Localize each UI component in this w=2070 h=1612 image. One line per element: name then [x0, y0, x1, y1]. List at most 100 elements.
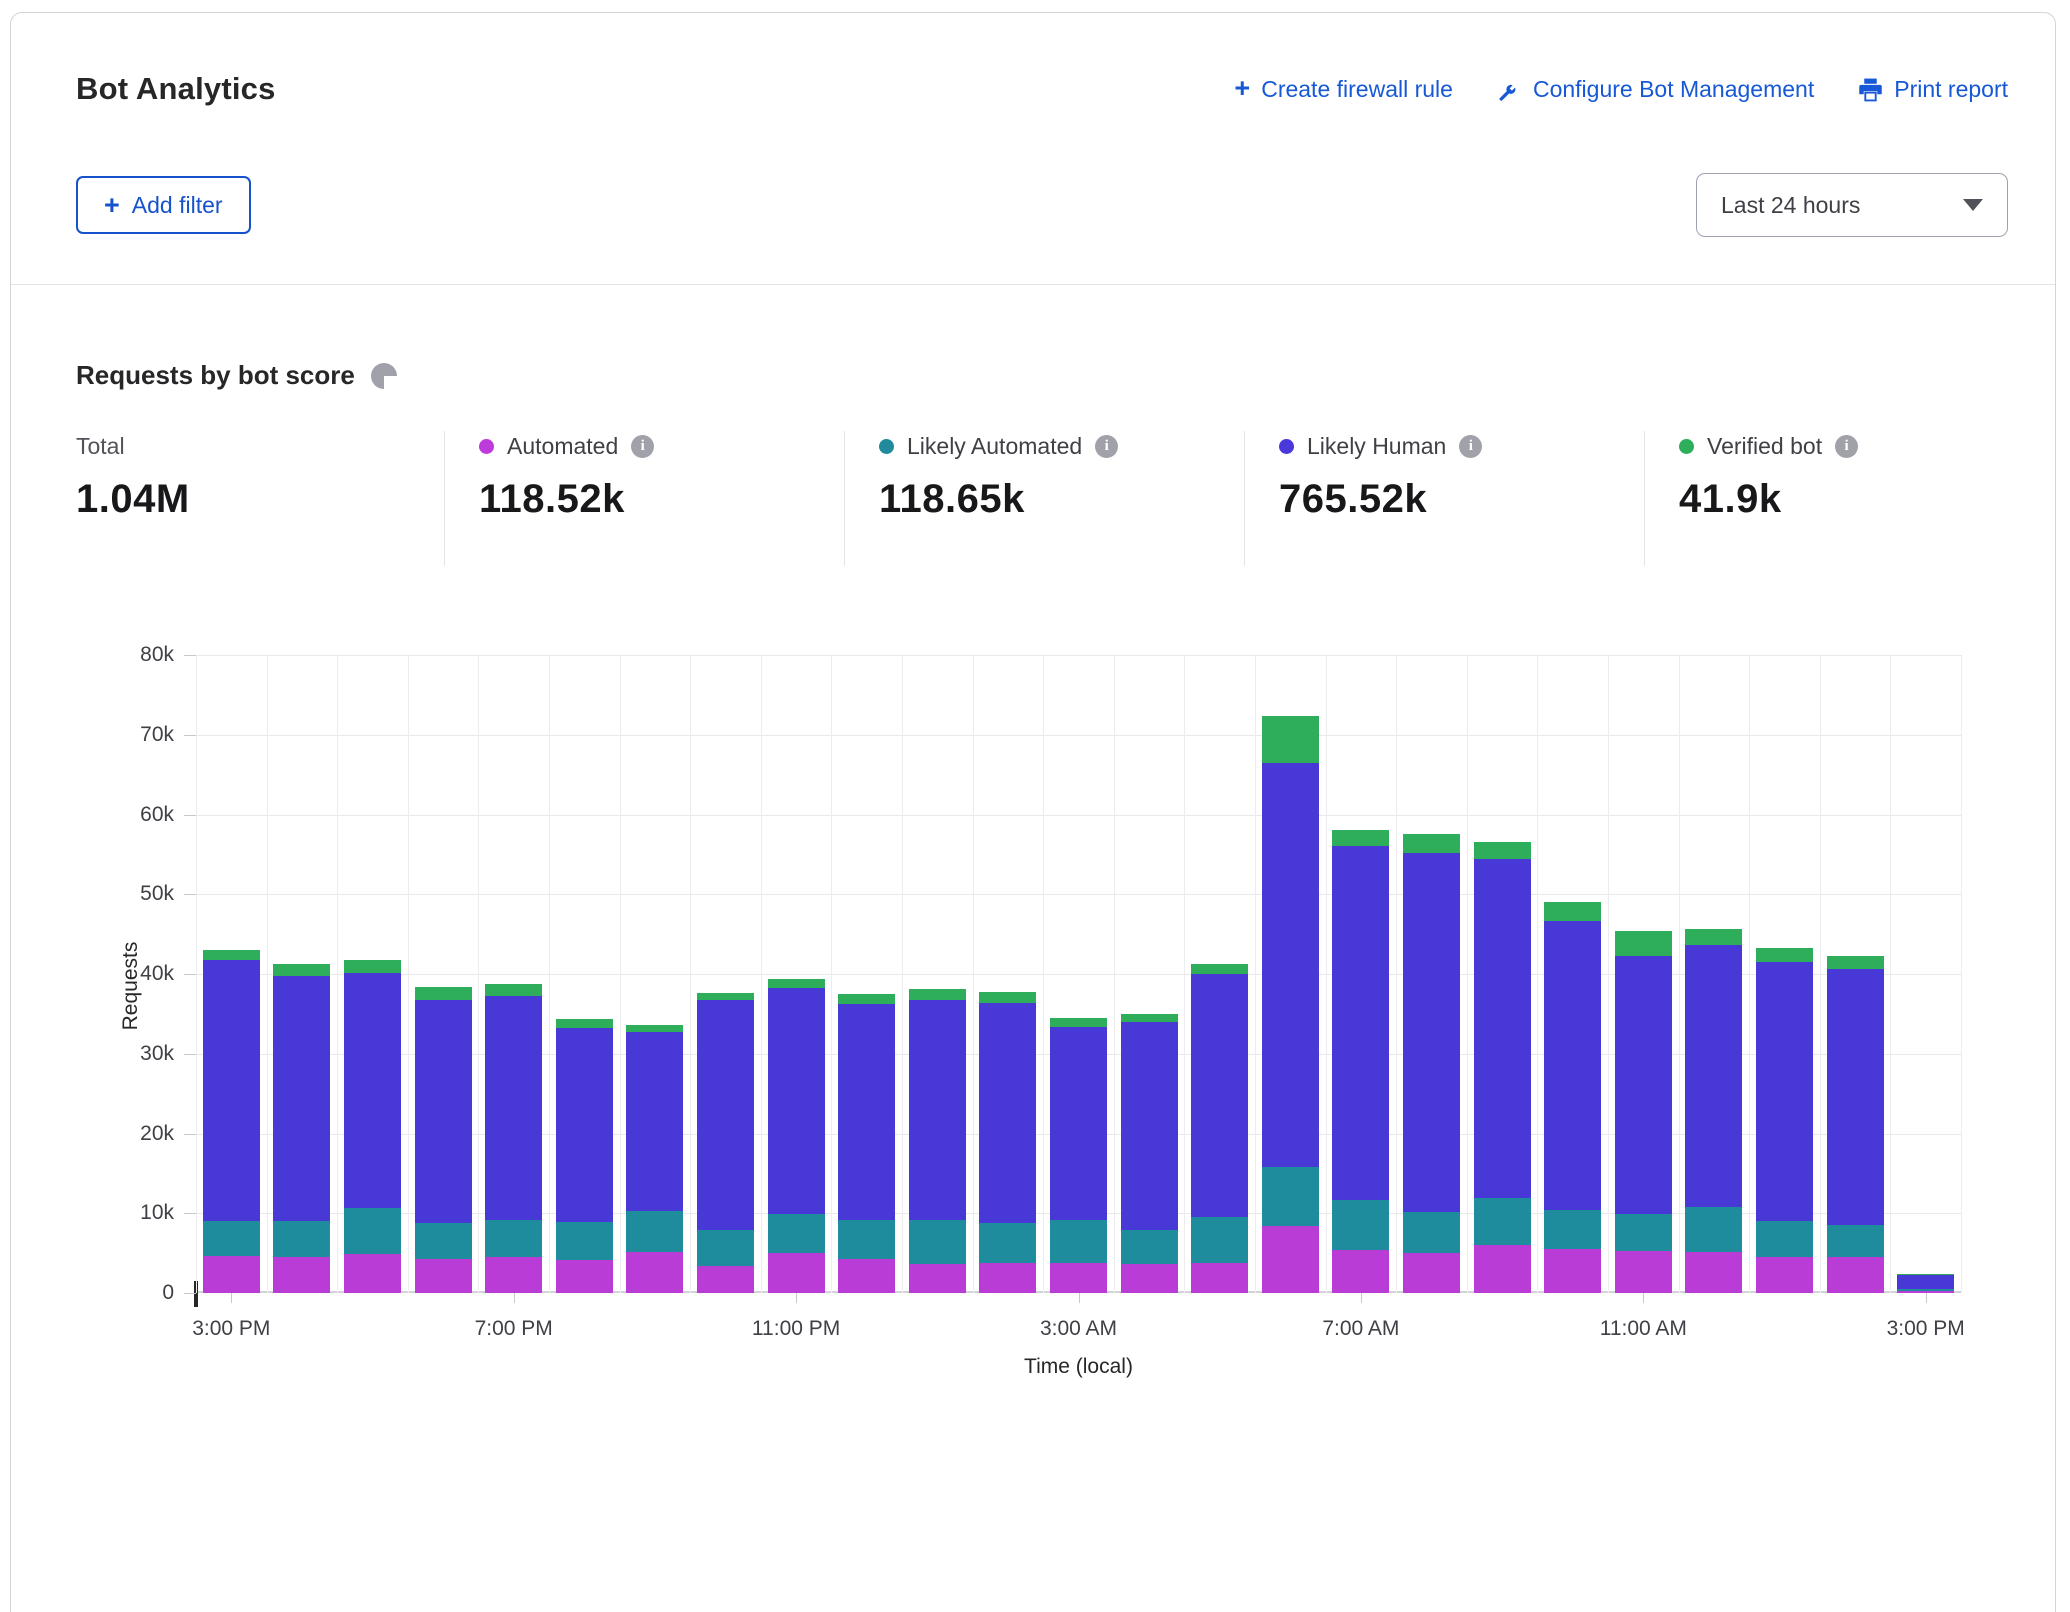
bar-segment-likely-automated[interactable]	[979, 1223, 1036, 1263]
bar-segment-likely-automated[interactable]	[1332, 1200, 1389, 1250]
add-filter-button[interactable]: + Add filter	[76, 176, 251, 234]
bar-segment-automated[interactable]	[1191, 1263, 1248, 1293]
bar-segment-automated[interactable]	[203, 1256, 260, 1293]
chart-bar[interactable]	[203, 950, 260, 1293]
bar-segment-verified-bot[interactable]	[1685, 929, 1742, 944]
bar-segment-verified-bot[interactable]	[1121, 1014, 1178, 1022]
bar-segment-likely-automated[interactable]	[344, 1208, 401, 1254]
bar-segment-automated[interactable]	[485, 1257, 542, 1293]
bar-segment-verified-bot[interactable]	[1262, 716, 1319, 762]
bar-segment-likely-human[interactable]	[626, 1032, 683, 1211]
bar-segment-automated[interactable]	[1332, 1250, 1389, 1293]
bar-segment-likely-human[interactable]	[838, 1004, 895, 1220]
bar-segment-likely-automated[interactable]	[556, 1222, 613, 1260]
bar-segment-verified-bot[interactable]	[909, 989, 966, 1000]
bar-segment-verified-bot[interactable]	[1474, 842, 1531, 859]
chart-bar[interactable]	[485, 984, 542, 1293]
bar-segment-likely-human[interactable]	[909, 1000, 966, 1220]
chart-bar[interactable]	[1544, 902, 1601, 1293]
info-icon[interactable]: i	[1095, 435, 1118, 458]
bar-segment-verified-bot[interactable]	[344, 960, 401, 974]
bar-segment-likely-automated[interactable]	[415, 1223, 472, 1259]
bar-segment-automated[interactable]	[415, 1259, 472, 1293]
bar-segment-automated[interactable]	[344, 1254, 401, 1293]
bar-segment-likely-human[interactable]	[1827, 969, 1884, 1225]
bar-segment-automated[interactable]	[909, 1264, 966, 1294]
bar-segment-verified-bot[interactable]	[1615, 931, 1672, 956]
chart-bar[interactable]	[344, 960, 401, 1293]
bar-segment-likely-human[interactable]	[697, 1000, 754, 1230]
bar-segment-likely-automated[interactable]	[1756, 1221, 1813, 1257]
bar-segment-verified-bot[interactable]	[1050, 1018, 1107, 1028]
chart-bar[interactable]	[273, 964, 330, 1293]
bar-segment-automated[interactable]	[1050, 1263, 1107, 1293]
bar-segment-likely-automated[interactable]	[1544, 1210, 1601, 1249]
time-range-select[interactable]: Last 24 hours	[1696, 173, 2008, 237]
chart-bar[interactable]	[1897, 1274, 1954, 1293]
bar-segment-likely-human[interactable]	[1191, 974, 1248, 1217]
info-icon[interactable]: i	[1835, 435, 1858, 458]
chart-bar[interactable]	[1403, 834, 1460, 1293]
chart-bar[interactable]	[1191, 964, 1248, 1293]
bar-segment-verified-bot[interactable]	[1756, 948, 1813, 962]
bar-segment-likely-human[interactable]	[1474, 859, 1531, 1198]
chart-bar[interactable]	[415, 987, 472, 1293]
chart-bar[interactable]	[838, 994, 895, 1293]
info-icon[interactable]: i	[1459, 435, 1482, 458]
bar-segment-verified-bot[interactable]	[203, 950, 260, 960]
bar-segment-likely-human[interactable]	[556, 1028, 613, 1222]
bar-segment-likely-automated[interactable]	[1615, 1214, 1672, 1251]
bar-segment-verified-bot[interactable]	[1403, 834, 1460, 852]
bar-segment-likely-human[interactable]	[344, 973, 401, 1207]
bar-segment-likely-human[interactable]	[1403, 853, 1460, 1213]
bar-segment-likely-human[interactable]	[1615, 956, 1672, 1214]
bar-segment-verified-bot[interactable]	[697, 993, 754, 1000]
action-print-report[interactable]: Print report	[1858, 76, 2008, 103]
chart-bar[interactable]	[1685, 929, 1742, 1293]
chart-bar[interactable]	[697, 993, 754, 1293]
bar-segment-likely-automated[interactable]	[838, 1220, 895, 1258]
bar-segment-automated[interactable]	[697, 1266, 754, 1293]
chart-bar[interactable]	[626, 1025, 683, 1293]
bar-segment-likely-automated[interactable]	[768, 1214, 825, 1253]
chart-bar[interactable]	[768, 979, 825, 1293]
bar-segment-verified-bot[interactable]	[838, 994, 895, 1004]
bar-segment-verified-bot[interactable]	[1332, 830, 1389, 847]
bar-segment-likely-automated[interactable]	[1827, 1225, 1884, 1257]
bar-segment-likely-automated[interactable]	[1262, 1167, 1319, 1226]
bar-segment-likely-automated[interactable]	[1050, 1220, 1107, 1262]
bar-segment-likely-automated[interactable]	[909, 1220, 966, 1263]
bar-segment-automated[interactable]	[1262, 1226, 1319, 1293]
bar-segment-verified-bot[interactable]	[485, 984, 542, 996]
bar-segment-likely-automated[interactable]	[1474, 1198, 1531, 1245]
bar-segment-automated[interactable]	[768, 1253, 825, 1293]
bar-segment-likely-human[interactable]	[485, 996, 542, 1220]
chart-bar[interactable]	[909, 989, 966, 1293]
bar-segment-likely-automated[interactable]	[485, 1220, 542, 1257]
bar-segment-likely-human[interactable]	[979, 1003, 1036, 1223]
bar-segment-automated[interactable]	[1403, 1253, 1460, 1293]
bar-segment-likely-human[interactable]	[203, 960, 260, 1222]
bar-segment-automated[interactable]	[1615, 1251, 1672, 1293]
bar-segment-likely-human[interactable]	[415, 1000, 472, 1223]
bar-segment-likely-automated[interactable]	[1403, 1212, 1460, 1253]
bar-segment-likely-human[interactable]	[1121, 1022, 1178, 1230]
bar-segment-verified-bot[interactable]	[415, 987, 472, 1001]
bar-segment-verified-bot[interactable]	[979, 992, 1036, 1002]
chart-bar[interactable]	[979, 992, 1036, 1293]
bar-segment-likely-automated[interactable]	[1685, 1207, 1742, 1252]
chart-bar[interactable]	[1615, 931, 1672, 1293]
bar-segment-automated[interactable]	[556, 1260, 613, 1293]
chart-bar[interactable]	[1262, 716, 1319, 1293]
action-create-firewall-rule[interactable]: +Create firewall rule	[1234, 75, 1453, 103]
bar-segment-automated[interactable]	[838, 1259, 895, 1293]
chart-bar[interactable]	[1474, 842, 1531, 1293]
bar-segment-likely-automated[interactable]	[697, 1230, 754, 1266]
bar-segment-likely-automated[interactable]	[273, 1221, 330, 1257]
info-icon[interactable]: i	[631, 435, 654, 458]
chart-bar[interactable]	[1827, 956, 1884, 1293]
bar-segment-verified-bot[interactable]	[273, 964, 330, 977]
bar-segment-likely-human[interactable]	[273, 976, 330, 1221]
bar-segment-verified-bot[interactable]	[1191, 964, 1248, 974]
bar-segment-automated[interactable]	[1121, 1264, 1178, 1294]
